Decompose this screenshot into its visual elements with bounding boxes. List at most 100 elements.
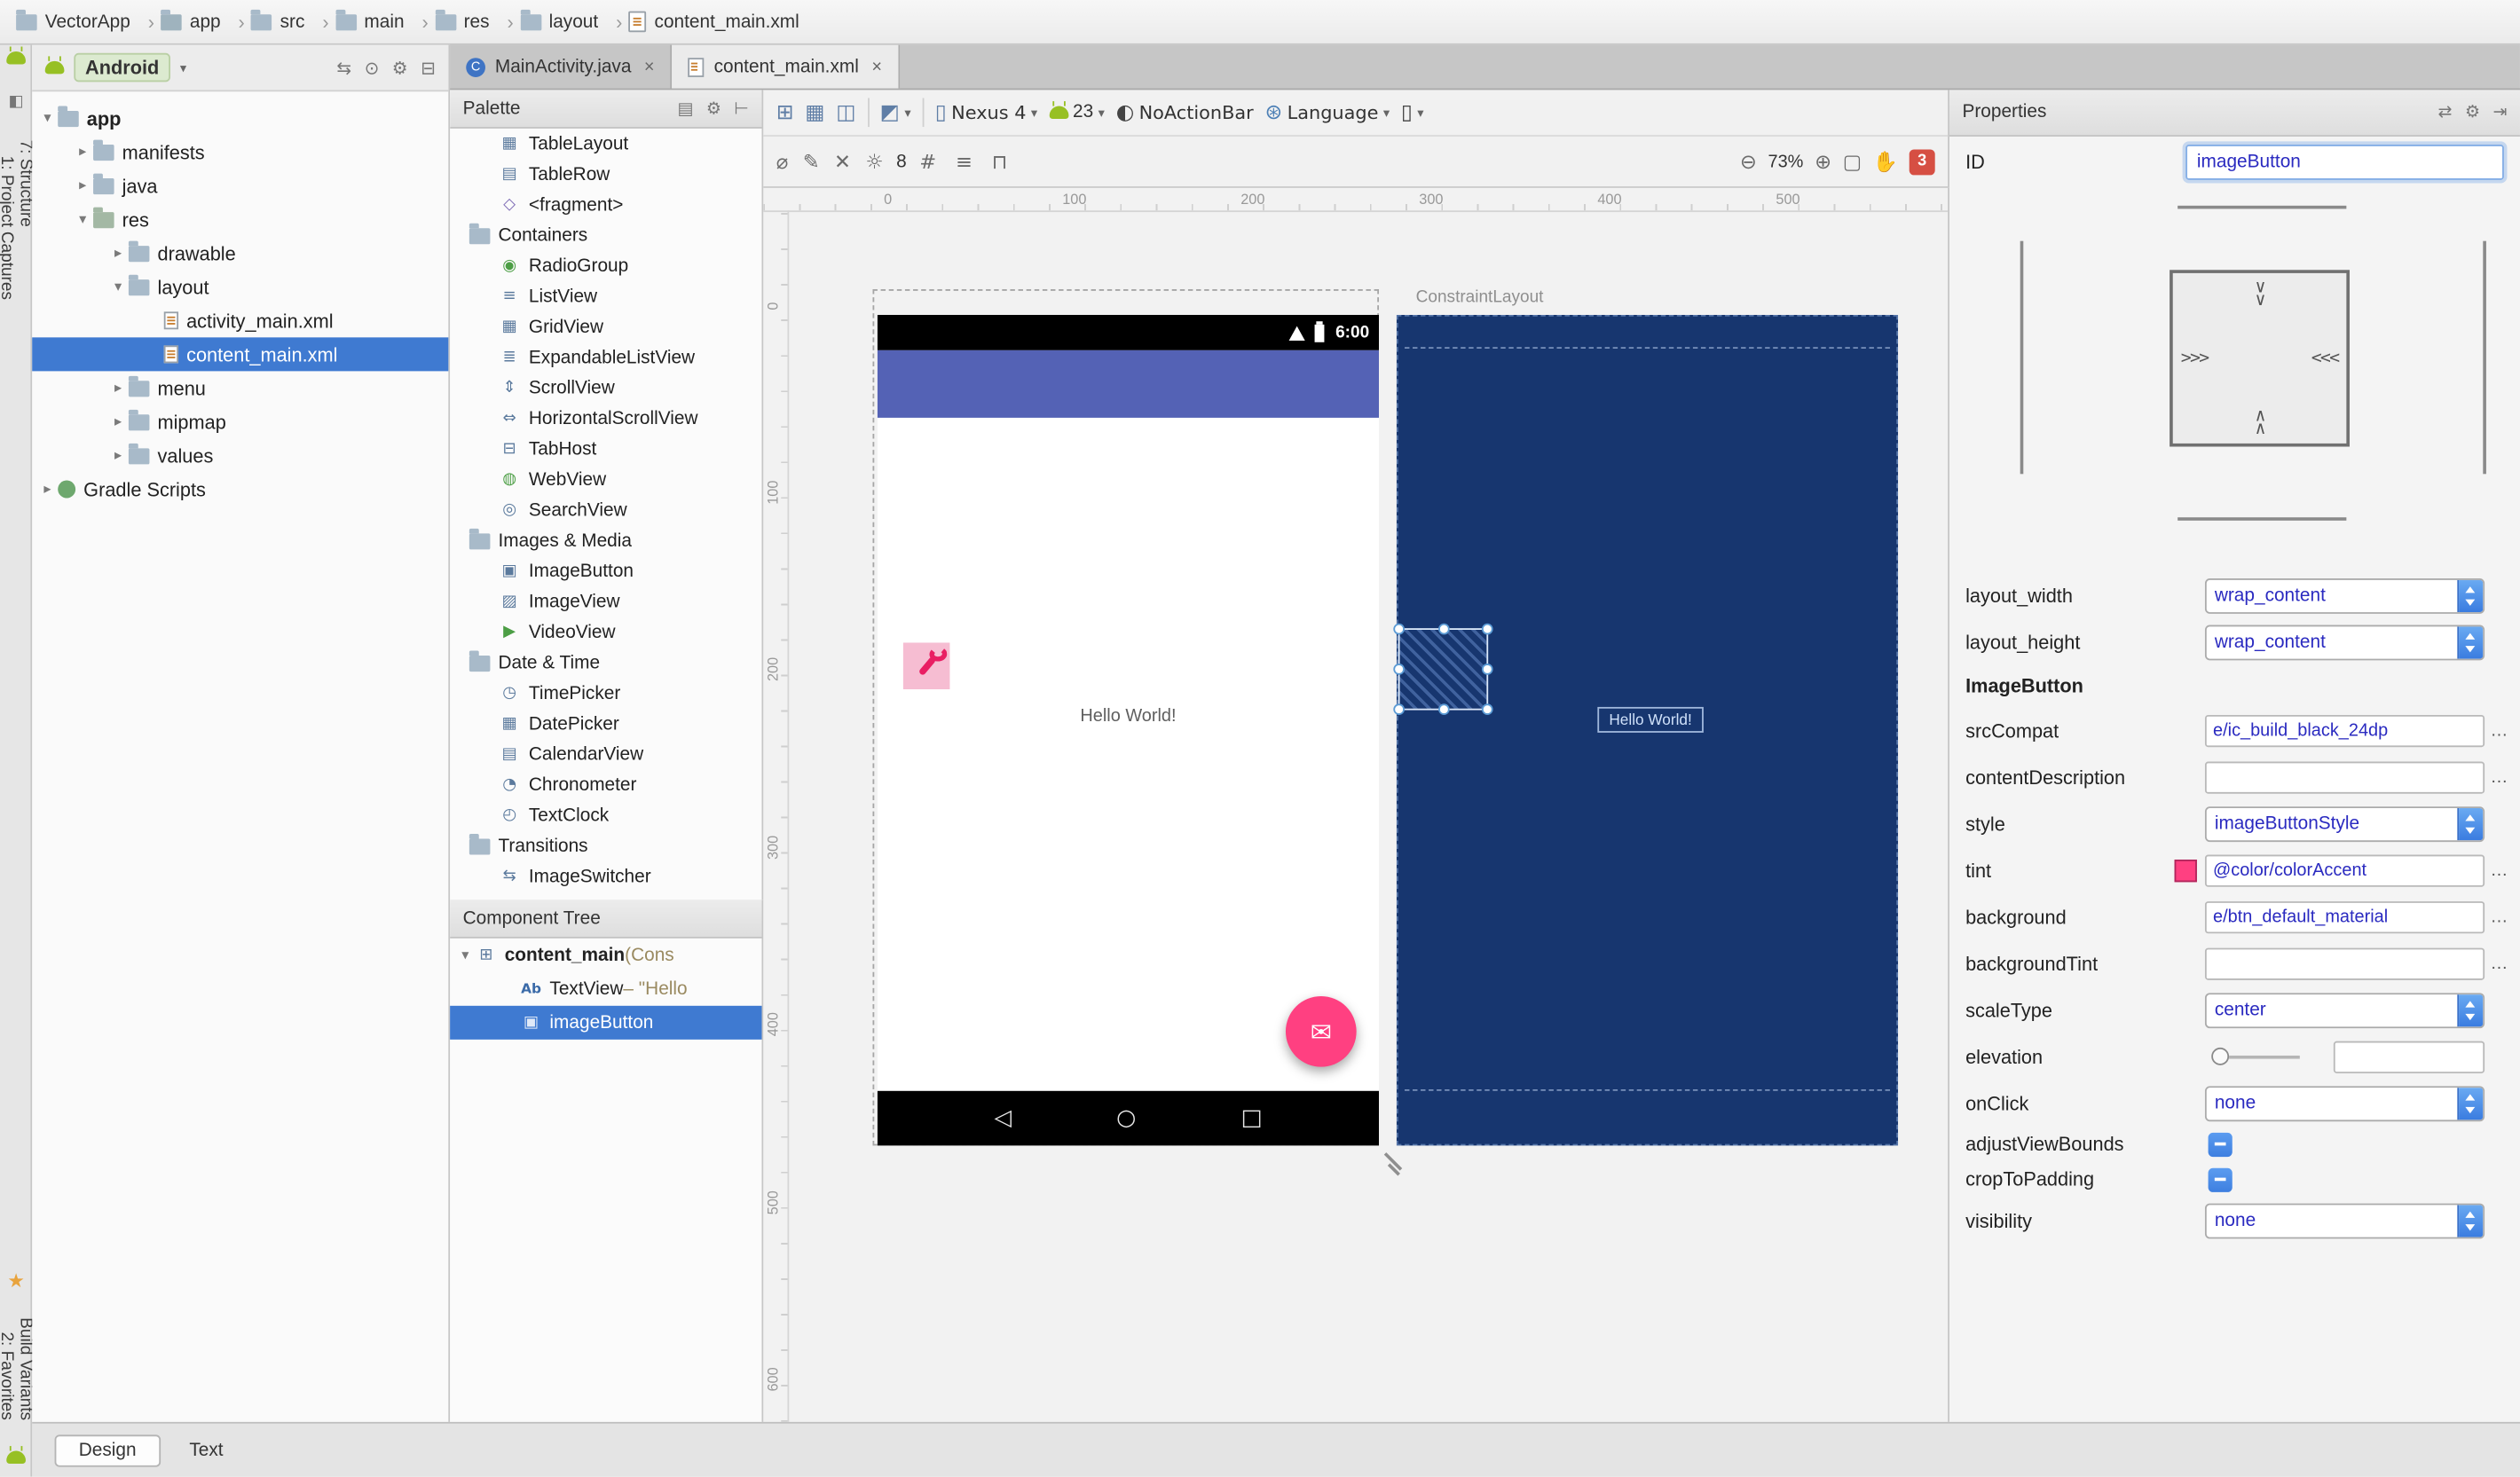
anchor-dot[interactable] (1438, 703, 1450, 715)
expand-arrow-icon[interactable]: ▾ (456, 947, 474, 963)
tree-item[interactable]: ▸ Gradle Scripts (32, 472, 448, 506)
palette-dock-icon[interactable]: ⊢ (734, 98, 749, 118)
tool-window-button[interactable]: 1: Project (0, 156, 16, 227)
expand-arrow-icon[interactable]: ▾ (38, 110, 56, 126)
palette-item[interactable]: ⊟ TabHost (450, 434, 761, 464)
textview-widget-blueprint[interactable]: Hello World! (1597, 706, 1704, 733)
language-selector[interactable]: ⊛ Language ▾ (1264, 100, 1390, 124)
canvas-resize-handle[interactable] (1382, 1153, 1404, 1175)
ellipsis-button[interactable]: … (2485, 720, 2514, 740)
palette-item[interactable]: ▦ DatePicker (450, 709, 761, 739)
tool-window-button[interactable]: Captures (0, 232, 16, 300)
ellipsis-button[interactable]: … (2485, 860, 2514, 880)
device-frame-button[interactable]: ▯ ▾ (1401, 100, 1424, 124)
palette-item[interactable]: ▶ VideoView (450, 617, 761, 648)
property-dropdown[interactable]: wrap_content (2204, 577, 2485, 613)
palette-item[interactable]: ▦ GridView (450, 311, 761, 342)
tree-item[interactable]: ▸ mipmap (32, 405, 448, 438)
default-margins-icon[interactable]: # (919, 149, 936, 173)
stepper-icon[interactable] (2457, 1204, 2484, 1237)
tree-item[interactable]: ▸ values (32, 438, 448, 472)
api-selector[interactable]: 23 ▾ (1048, 101, 1105, 122)
property-input[interactable]: @color/colorAccent (2204, 853, 2485, 886)
guidelines-icon[interactable]: ⊓ (992, 149, 1008, 173)
blueprint-view-icon[interactable]: ◫ (836, 100, 855, 124)
palette-item[interactable]: ▣ ImageButton (450, 556, 761, 586)
palette-item[interactable]: Date & Time (450, 648, 761, 678)
anchor-dot[interactable] (1393, 664, 1405, 675)
breadcrumb-item[interactable]: content_main.xml (628, 11, 817, 33)
autoconnect-icon[interactable]: ✎ (803, 149, 820, 173)
component-tree-item[interactable]: ▣ imageButton (450, 1005, 762, 1040)
breadcrumb-item[interactable]: layout (519, 8, 622, 33)
zoom-out-icon[interactable]: ⊖ (1740, 149, 1757, 173)
actionbar-theme-button[interactable]: ◐ NoActionBar (1116, 100, 1254, 124)
breadcrumb-item[interactable]: src (251, 8, 329, 33)
property-input[interactable] (2204, 760, 2485, 793)
expand-arrow-icon[interactable]: ▾ (74, 211, 91, 227)
close-icon[interactable]: × (644, 57, 655, 76)
breadcrumb-item[interactable]: res (435, 8, 514, 33)
palette-item[interactable]: ⇆ ImageSwitcher (450, 861, 761, 892)
resize-handle-dot[interactable] (1481, 703, 1493, 715)
close-icon[interactable]: × (871, 57, 882, 76)
editor-tab[interactable]: content_main.xml × (672, 44, 900, 89)
stepper-icon[interactable] (2457, 578, 2484, 612)
device-selector[interactable]: ▯ Nexus 4 ▾ (935, 100, 1037, 124)
elevation-input[interactable] (2333, 1040, 2485, 1072)
anchor-dot[interactable] (1438, 623, 1450, 635)
constraint-widget-box[interactable]: >>> <<< ∨ ∨ ∧ ∧ (2170, 270, 2350, 447)
property-dropdown[interactable]: none (2204, 1085, 2485, 1121)
expand-arrow-icon[interactable]: ▸ (109, 245, 127, 261)
component-tree-item[interactable]: ▾ ⊞ content_main (Cons (450, 939, 761, 972)
property-input[interactable]: e/btn_default_material (2204, 900, 2485, 933)
property-dropdown[interactable]: imageButtonStyle (2204, 805, 2485, 842)
tree-item[interactable]: ▸ menu (32, 371, 448, 405)
stepper-icon[interactable] (2457, 807, 2484, 840)
switch-panel-icon[interactable]: ⇄ (2438, 103, 2453, 122)
project-settings-icon[interactable]: ⚙ (392, 57, 408, 78)
breadcrumb-item[interactable]: app (161, 8, 245, 33)
tree-item[interactable]: ▸ drawable (32, 236, 448, 270)
property-input[interactable]: e/ic_build_black_24dp (2204, 714, 2485, 747)
palette-item[interactable]: ≣ ExpandableListView (450, 342, 761, 373)
color-swatch[interactable] (2174, 859, 2197, 882)
project-view-selector[interactable]: Android (74, 52, 170, 82)
palette-item[interactable]: ▦ TableLayout (450, 129, 761, 159)
device-preview[interactable]: 6:00 Hello World! ✉ ◁ ○ □ (877, 314, 1380, 1146)
stepper-icon[interactable] (2457, 1087, 2484, 1120)
palette-settings-icon[interactable]: ⚙ (706, 98, 721, 118)
default-margin-value[interactable]: 8 (896, 152, 907, 171)
toggle-checkbox[interactable] (2208, 1167, 2233, 1192)
blueprint-preview[interactable]: Hello World! (1393, 314, 1899, 1146)
expand-arrow-icon[interactable]: ▾ (109, 279, 127, 295)
error-count-badge[interactable]: 3 (1909, 148, 1935, 175)
toggle-checkbox[interactable] (2208, 1131, 2233, 1157)
palette-item[interactable]: Containers (450, 220, 761, 250)
fab-email-button[interactable]: ✉ (1285, 995, 1357, 1067)
stepper-icon[interactable] (2457, 625, 2484, 658)
expand-arrow-icon[interactable]: ▸ (109, 447, 127, 463)
ellipsis-button[interactable]: … (2485, 767, 2514, 787)
tree-item[interactable]: content_main.xml (32, 337, 449, 372)
palette-item[interactable]: Images & Media (450, 525, 761, 555)
resize-handle-dot[interactable] (1481, 623, 1493, 635)
palette-item[interactable]: ▨ ImageView (450, 586, 761, 617)
pan-tool-icon[interactable]: ✋ (1873, 149, 1898, 175)
tree-item[interactable]: ▾ res (32, 202, 448, 236)
design-view-icon[interactable]: ▦ (805, 100, 824, 124)
slider-knob[interactable] (2211, 1047, 2230, 1065)
tree-item[interactable]: ▸ java (32, 169, 448, 202)
property-input[interactable] (2204, 947, 2485, 979)
constraint-widget[interactable]: >>> <<< ∨ ∨ ∧ ∧ (1949, 192, 2520, 565)
tree-item[interactable]: ▸ manifests (32, 135, 448, 169)
clear-constraints-icon[interactable]: ✕ (834, 149, 851, 173)
breadcrumb-item[interactable]: main (335, 8, 429, 33)
palette-item[interactable]: ⇕ ScrollView (450, 373, 761, 403)
id-input[interactable]: imageButton (2185, 145, 2504, 180)
infer-constraints-icon[interactable]: ☼ (865, 149, 883, 173)
expand-arrow-icon[interactable]: ▸ (74, 144, 91, 160)
hide-properties-icon[interactable]: ⇥ (2493, 103, 2508, 122)
tool-window-button[interactable]: 2: Favorites (0, 1332, 16, 1420)
design-canvas[interactable]: 0 100 200 300 400 500 0 100 200 300 400 500 600 6:0… (763, 187, 1949, 1422)
